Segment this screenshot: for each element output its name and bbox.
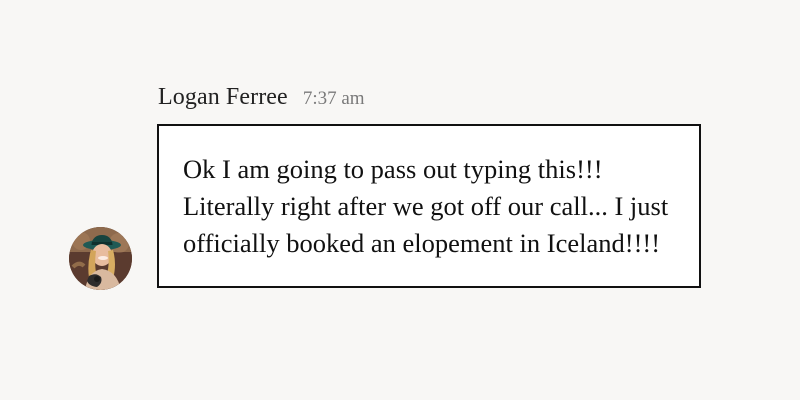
message-line: Literally right after we got off our cal… [183, 191, 669, 221]
chat-message: Logan Ferree 7:37 am Ok I am going to pa… [0, 0, 800, 400]
avatar[interactable] [69, 227, 132, 290]
message-text: Ok I am going to pass out typing this!!!… [183, 151, 683, 262]
message-timestamp: 7:37 am [302, 88, 365, 109]
sender-name: Logan Ferree [158, 84, 288, 110]
user-photo-icon [69, 227, 132, 290]
message-line: officially booked an elopement in Icelan… [183, 228, 661, 258]
message-header: Logan Ferree 7:37 am [158, 84, 365, 111]
message-bubble: Ok I am going to pass out typing this!!!… [157, 124, 701, 288]
message-line: Ok I am going to pass out typing this!!! [183, 154, 603, 184]
